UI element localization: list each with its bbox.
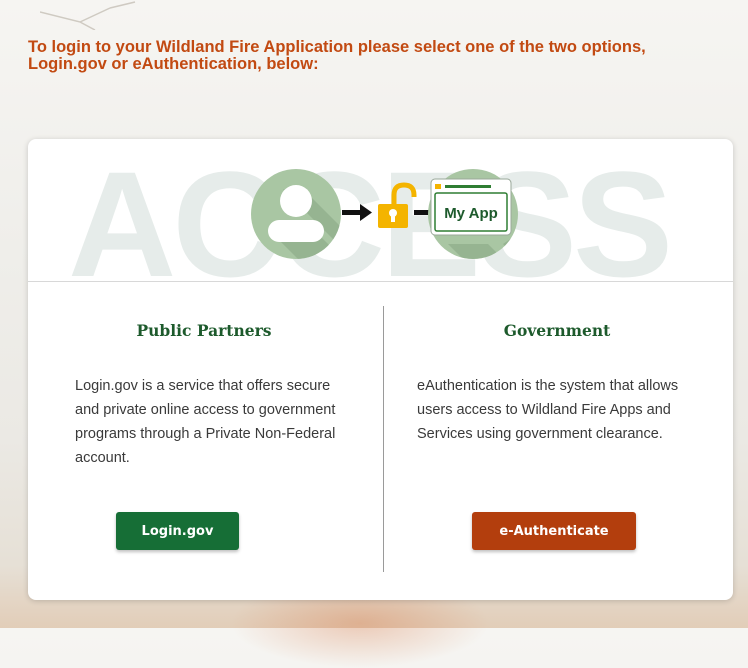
arrow-right-icon [342,204,372,221]
background-branch [40,1,136,30]
public-partners-title: Public Partners [136,321,272,340]
user-icon [251,169,341,259]
access-banner: ACCESS My App [28,139,733,282]
public-partners-section: Public Partners Login.gov is a service t… [28,281,380,600]
login-gov-button[interactable]: Login.gov [116,512,239,550]
access-flow-graphic: My App [251,169,518,259]
login-card: ACCESS My App Public Partners Login.gov … [28,139,733,600]
government-section: Government eAuthentication is the system… [381,281,733,600]
public-partners-description: Login.gov is a service that offers secur… [75,378,336,466]
government-description: eAuthentication is the system that allow… [417,378,679,442]
e-authenticate-button[interactable]: e-Authenticate [472,512,636,550]
page-heading: To login to your Wildland Fire Applicati… [28,38,646,73]
app-window-icon: My App [428,169,518,259]
app-label: My App [444,205,498,222]
unlocked-padlock-icon [378,182,417,228]
government-title: Government [503,321,611,340]
